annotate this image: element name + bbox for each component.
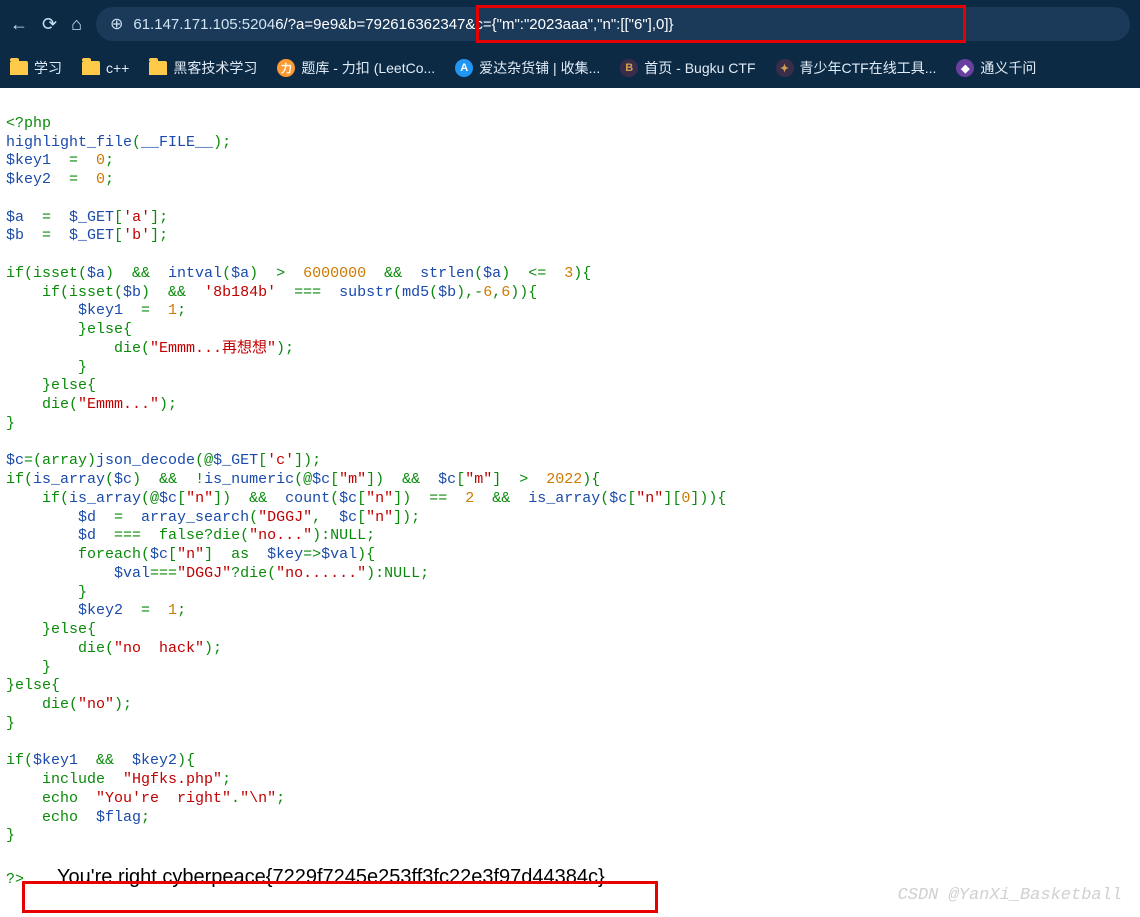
fav-icon: ◆ <box>956 59 974 77</box>
leetcode-icon: 力 <box>277 59 295 77</box>
bookmarks-bar: 学习 c++ 黑客技术学习 力题库 - 力扣 (LeetCo... A爱达杂货铺… <box>0 48 1140 88</box>
bookmark-study[interactable]: 学习 <box>10 58 62 78</box>
bookmark-tongyi[interactable]: ◆通义千问 <box>956 58 1036 78</box>
fav-icon: B <box>620 59 638 77</box>
bookmark-leetcode[interactable]: 力题库 - 力扣 (LeetCo... <box>277 58 435 78</box>
reload-button[interactable]: ⟳ <box>42 14 57 35</box>
url-text: 61.147.171.105:52046/?a=9e9&b=7926163623… <box>133 16 673 33</box>
bookmark-hacking[interactable]: 黑客技术学习 <box>149 58 257 78</box>
fav-icon: A <box>455 59 473 77</box>
bookmark-aida[interactable]: A爱达杂货铺 | 收集... <box>455 58 600 78</box>
back-button[interactable]: ← <box>10 14 28 35</box>
bookmark-bugku[interactable]: B首页 - Bugku CTF <box>620 58 755 78</box>
nav-bar: ← ⟳ ⌂ ⊕ 61.147.171.105:52046/?a=9e9&b=79… <box>0 0 1140 48</box>
address-bar[interactable]: ⊕ 61.147.171.105:52046/?a=9e9&b=79261636… <box>96 7 1130 41</box>
page-content: <?php highlight_file(__FILE__); $key1 = … <box>0 88 1140 917</box>
home-button[interactable]: ⌂ <box>71 14 82 35</box>
bookmark-ctf-tools[interactable]: ✦青少年CTF在线工具... <box>776 58 937 78</box>
folder-icon <box>149 61 167 75</box>
folder-icon <box>82 61 100 75</box>
watermark: CSDN @YanXi_Basketball <box>898 885 1122 906</box>
browser-chrome: ← ⟳ ⌂ ⊕ 61.147.171.105:52046/?a=9e9&b=79… <box>0 0 1140 88</box>
fav-icon: ✦ <box>776 59 794 77</box>
globe-icon: ⊕ <box>110 14 123 34</box>
folder-icon <box>10 61 28 75</box>
bookmark-cpp[interactable]: c++ <box>82 60 129 76</box>
